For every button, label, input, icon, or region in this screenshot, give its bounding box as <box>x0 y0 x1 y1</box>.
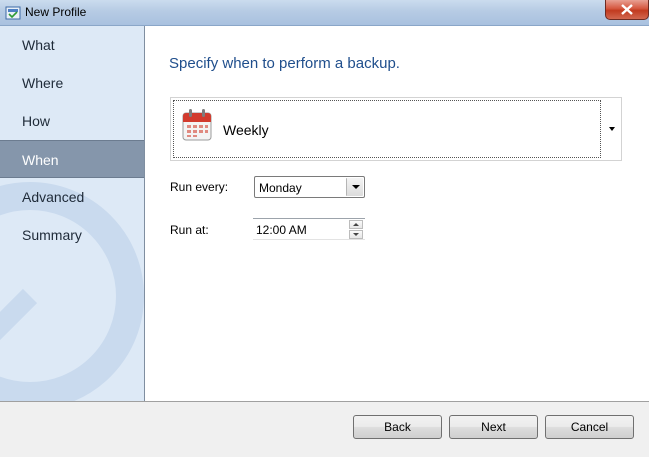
back-button[interactable]: Back <box>353 415 442 439</box>
sidebar-item-what[interactable]: What <box>0 26 144 64</box>
next-button[interactable]: Next <box>449 415 538 439</box>
close-icon <box>621 4 633 15</box>
calendar-icon <box>181 108 213 145</box>
sidebar-item-advanced[interactable]: Advanced <box>0 178 144 216</box>
close-button[interactable] <box>605 0 649 20</box>
schedule-type-dropdown[interactable]: Weekly <box>170 97 622 161</box>
sidebar-item-summary[interactable]: Summary <box>0 216 144 254</box>
run-at-label: Run at: <box>170 223 209 237</box>
run-at-time-picker[interactable]: 12:00 AM <box>253 218 365 240</box>
main-panel: Specify when to perform a backup. Weekly… <box>145 26 649 401</box>
run-every-select[interactable]: Monday <box>254 176 365 198</box>
spin-down-icon[interactable] <box>349 230 363 239</box>
chevron-down-icon[interactable] <box>346 178 363 196</box>
dropdown-arrow-icon[interactable] <box>609 127 615 131</box>
sidebar-item-how[interactable]: How <box>0 102 144 140</box>
wizard-sidebar: What Where How When Advanced Summary <box>0 26 145 401</box>
schedule-type-value: Weekly <box>223 122 269 138</box>
window-title: New Profile <box>25 5 87 19</box>
page-title: Specify when to perform a backup. <box>169 55 400 72</box>
sidebar-item-when[interactable]: When <box>0 140 144 178</box>
wizard-footer: Back Next Cancel <box>0 401 649 457</box>
sidebar-item-where[interactable]: Where <box>0 64 144 102</box>
run-every-label: Run every: <box>170 180 229 194</box>
run-at-value: 12:00 AM <box>256 223 307 237</box>
spin-up-icon[interactable] <box>349 220 363 229</box>
app-icon <box>5 5 21 21</box>
run-every-value: Monday <box>259 181 302 195</box>
cancel-button[interactable]: Cancel <box>545 415 634 439</box>
title-bar[interactable]: New Profile <box>0 0 649 26</box>
